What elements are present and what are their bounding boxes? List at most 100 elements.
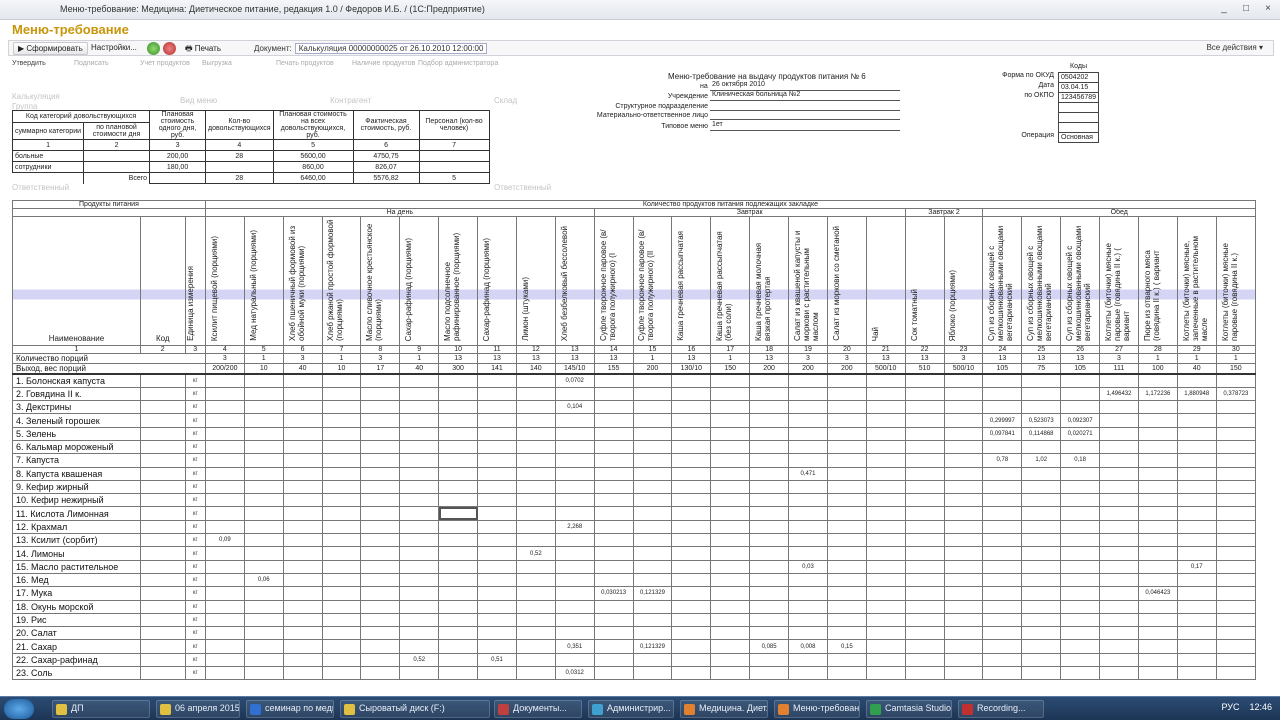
table-row[interactable]: 17. Мука кг 0,030213 0,121329 0,046423 <box>12 586 1256 601</box>
quantity-cell <box>710 612 751 628</box>
quantity-cell <box>1137 639 1178 654</box>
tab-admin[interactable]: Подбор администратора <box>418 60 498 67</box>
quantity-cell <box>243 533 284 548</box>
taskbar-item[interactable]: Recording... <box>958 700 1044 718</box>
product-code <box>139 572 186 588</box>
table-row[interactable]: 8. Капуста квашеная кг 0,471 <box>12 466 1256 481</box>
quantity-cell <box>438 400 479 415</box>
column-index: 5 <box>243 345 284 354</box>
quantity-cell <box>321 546 362 561</box>
taskbar-item[interactable]: Медицина. Диет... <box>680 700 768 718</box>
refresh-icon[interactable] <box>147 42 160 55</box>
start-button[interactable] <box>4 699 34 719</box>
tab-stock[interactable]: Наличие продуктов <box>352 60 415 67</box>
table-row[interactable]: 12. Крахмал кг 2,268 <box>12 519 1256 535</box>
table-row[interactable]: 22. Сахар-рафинад кг 0,52 0,51 <box>12 652 1256 668</box>
table-row[interactable]: 9. Кефир жирный кг <box>12 479 1256 495</box>
generate-button[interactable]: ▶ Сформировать <box>13 42 88 55</box>
quantity-cell <box>632 479 673 495</box>
print-button[interactable]: 🖶 Печать <box>181 42 225 55</box>
quantity-cell <box>982 652 1023 668</box>
taskbar-item[interactable]: Меню-требован... <box>774 700 860 718</box>
taskbar-item[interactable]: Camtasia Studio... <box>866 700 952 718</box>
taskbar-item[interactable]: семинар по меди... <box>246 700 334 718</box>
tab-products[interactable]: Учет продуктов <box>140 60 190 67</box>
quantity-cell <box>515 506 556 521</box>
table-row[interactable]: 23. Соль кг 0,0312 <box>12 666 1256 680</box>
table-row[interactable]: 14. Лимоны кг 0,52 <box>12 546 1256 561</box>
tab-sign[interactable]: Подписать <box>74 60 109 67</box>
quantity-cell <box>710 453 751 468</box>
table-row[interactable]: 7. Капуста кг 0,78 1,02 0,18 <box>12 453 1256 468</box>
product-name: 5. Зелень <box>12 426 141 441</box>
tab-export[interactable]: Выгрузка <box>202 60 232 67</box>
quantity-cell <box>360 612 401 628</box>
quantity-cell <box>982 519 1023 535</box>
document-field[interactable]: Калькуляция 00000000025 от 26.10.2010 12… <box>294 43 488 54</box>
table-row[interactable]: 13. Ксилит (сорбит) кг 0,09 <box>12 533 1256 548</box>
portion-weight: 40 <box>399 363 440 375</box>
quantity-cell <box>749 599 790 614</box>
quantity-cell <box>710 493 751 508</box>
table-row[interactable]: 19. Рис кг <box>12 612 1256 628</box>
table-row[interactable]: 5. Зелень кг 0,097841 0,114868 0,020271 <box>12 426 1256 441</box>
close-button[interactable]: × <box>1262 3 1274 14</box>
taskbar-item[interactable]: ДП <box>52 700 150 718</box>
quantity-cell <box>554 599 595 614</box>
quantity-cell <box>593 400 634 415</box>
quantity-cell <box>282 519 323 535</box>
table-row[interactable]: 6. Кальмар мороженый кг <box>12 439 1256 455</box>
quantity-cell <box>632 612 673 628</box>
quantity-cell <box>360 626 401 641</box>
table-row[interactable]: 16. Мед кг 0,06 <box>12 572 1256 588</box>
settings-button[interactable]: Настройки... <box>87 42 141 55</box>
table-row[interactable]: 3. Декстрины кг 0,104 <box>12 400 1256 415</box>
stop-icon[interactable] <box>163 42 176 55</box>
table-row[interactable]: 21. Сахар кг 0,351 0,121329 0,085 0,008 0,15 <box>12 639 1256 654</box>
quantity-cell <box>1021 639 1062 654</box>
quantity-cell <box>360 666 401 680</box>
quantity-cell <box>632 373 673 388</box>
code-label-date: Дата <box>1038 82 1054 89</box>
table-row[interactable]: 20. Салат кг <box>12 626 1256 641</box>
products-grid[interactable]: Продукты питания Количество продуктов пи… <box>12 200 1256 680</box>
table-row[interactable]: 11. Кислота Лимонная кг <box>12 506 1256 521</box>
quantity-cell <box>321 386 362 402</box>
quantity-cell <box>749 519 790 535</box>
quantity-cell <box>1176 533 1217 548</box>
minimize-button[interactable]: _ <box>1218 3 1230 14</box>
maximize-button[interactable]: □ <box>1240 3 1252 14</box>
dish-name: Хлеб пшеничный формовой из обойной муки … <box>287 225 306 341</box>
portion-weight: 75 <box>1021 363 1062 375</box>
quantity-cell <box>865 506 906 521</box>
quantity-cell <box>826 439 867 455</box>
table-row[interactable]: 18. Окунь морской кг <box>12 599 1256 614</box>
system-tray: РУС 12:46 <box>1221 702 1272 712</box>
quantity-cell <box>1060 612 1101 628</box>
table-row[interactable]: 10. Кефир нежирный кг <box>12 493 1256 508</box>
col-unit-header: Единица измерения <box>184 216 206 346</box>
quantity-cell <box>515 426 556 441</box>
summary-head-category: Код категорий довольствующихся <box>11 109 151 124</box>
all-actions-menu[interactable]: Все действия ▾ <box>1206 43 1263 52</box>
language-indicator[interactable]: РУС <box>1221 702 1239 712</box>
clock[interactable]: 12:46 <box>1249 702 1272 712</box>
quantity-cell <box>399 612 440 628</box>
table-row[interactable]: 15. Масло растительное кг 0,03 0,17 <box>12 559 1256 574</box>
table-row[interactable]: 2. Говядина II к. кг 1,496432 1,172236 1,880… <box>12 386 1256 402</box>
taskbar-item[interactable]: Документы... <box>494 700 582 718</box>
quantity-cell <box>399 439 440 455</box>
quantity-cell <box>204 386 245 402</box>
taskbar-item[interactable]: Сыроватый диск (F:) <box>340 700 490 718</box>
table-row[interactable]: 4. Зеленый горошек кг 0,299997 0,523073 0,09… <box>12 413 1256 428</box>
tab-approve[interactable]: Утвердить <box>12 60 46 67</box>
summary-cell <box>149 172 207 184</box>
quantity-cell: 1,172236 <box>1137 386 1178 402</box>
quantity-cell <box>1137 612 1178 628</box>
summary-cell: 180,00 <box>149 161 207 173</box>
tab-print-products[interactable]: Печать продуктов <box>276 60 334 67</box>
taskbar-item[interactable]: Администрир... <box>588 700 674 718</box>
product-code <box>139 453 186 468</box>
table-row[interactable]: 1. Болонская капуста кг 0,0702 <box>12 373 1256 388</box>
taskbar-item[interactable]: 06 апреля 2015 <box>156 700 240 718</box>
